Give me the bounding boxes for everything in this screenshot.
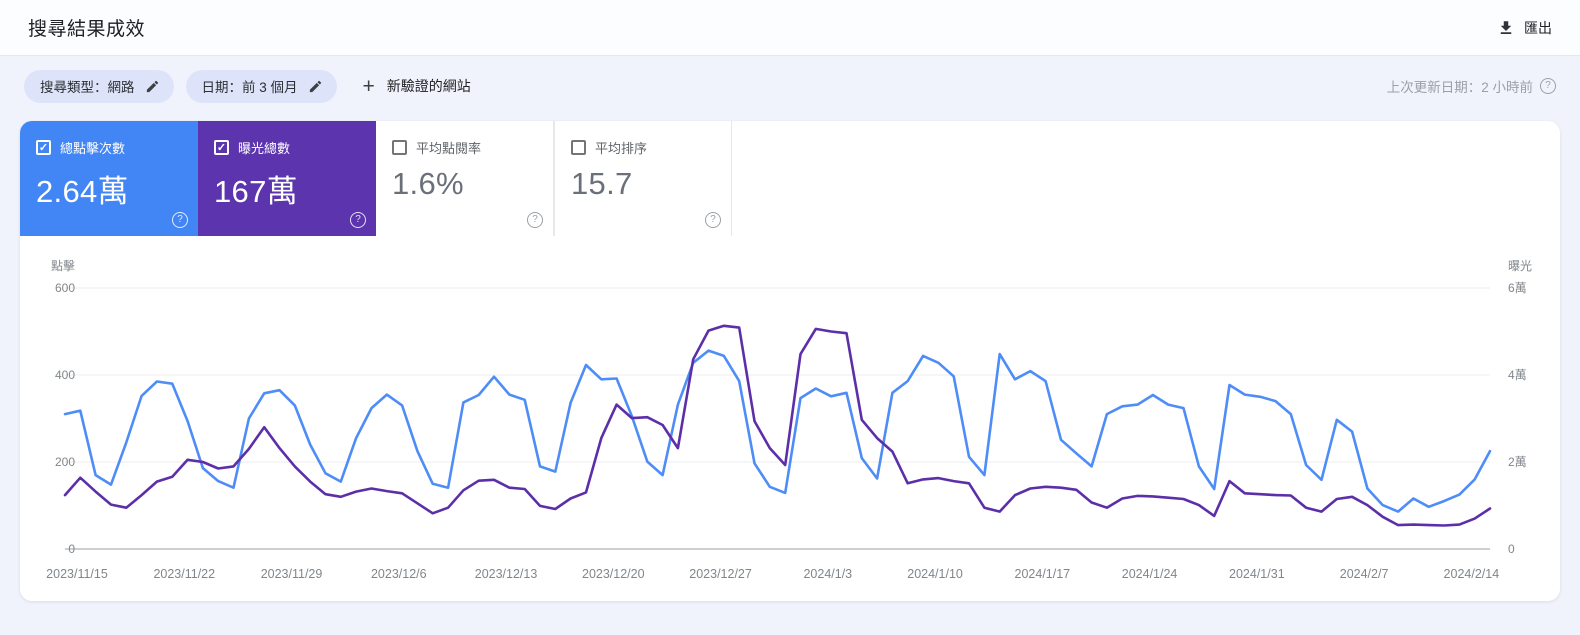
metric-value: 167萬 [214,174,298,209]
svg-text:2024/1/24: 2024/1/24 [1122,567,1178,581]
metric-card-average-ctr[interactable]: 平均點閱率 1.6% ? [376,121,554,236]
filter-row: 搜尋類型：網路 日期：前 3 個月 + 新驗證的網站 上次更新日期：2 小時前 … [0,56,1580,116]
metric-card-total-impressions[interactable]: ✓ 曝光總數 167萬 ? [198,121,376,236]
help-icon[interactable]: ? [527,212,543,228]
metric-label: 總點擊次數 [60,141,126,156]
svg-text:2023/12/27: 2023/12/27 [689,567,752,581]
svg-text:2萬: 2萬 [1508,455,1527,469]
svg-text:點擊: 點擊 [51,258,75,273]
svg-text:2023/11/15: 2023/11/15 [46,567,108,581]
help-icon[interactable]: ? [705,212,721,228]
svg-text:2024/2/7: 2024/2/7 [1340,567,1389,581]
svg-text:2023/12/20: 2023/12/20 [582,567,645,581]
svg-text:2024/1/17: 2024/1/17 [1015,567,1071,581]
svg-text:2023/12/6: 2023/12/6 [371,567,427,581]
export-label: 匯出 [1524,19,1552,36]
svg-text:400: 400 [55,368,75,382]
help-icon[interactable]: ? [1540,78,1556,94]
page-title: 搜尋結果成效 [28,19,146,40]
svg-text:2024/1/31: 2024/1/31 [1229,567,1285,581]
metric-card-total-clicks[interactable]: ✓ 總點擊次數 2.64萬 ? [20,121,198,236]
metric-label: 曝光總數 [238,141,291,156]
date-range-chip[interactable]: 日期：前 3 個月 [185,69,337,103]
svg-text:2023/11/29: 2023/11/29 [261,567,323,581]
plus-icon: + [362,74,375,98]
svg-text:2024/1/10: 2024/1/10 [907,567,963,581]
checkbox-checked-icon[interactable]: ✓ [214,140,229,155]
metric-label: 平均點閱率 [416,141,482,156]
performance-chart[interactable]: 點擊 曝光 600 400 200 0 6萬 4萬 2萬 0 2023/11/15 2023/11/2… [20,236,1560,601]
metric-value: 1.6% [392,166,464,201]
search-type-chip[interactable]: 搜尋類型：網路 [24,69,174,103]
metric-row: ✓ 總點擊次數 2.64萬 ? ✓ 曝光總數 167萬 ? 平均點閱率 1.6%… [20,121,1560,236]
help-icon[interactable]: ? [350,212,366,228]
svg-text:曝光: 曝光 [1508,259,1532,273]
svg-text:0: 0 [1508,542,1515,556]
checkbox-unchecked-icon[interactable] [571,140,586,155]
pencil-icon [145,79,160,94]
metric-value: 2.64萬 [36,174,129,209]
svg-text:2023/12/13: 2023/12/13 [475,567,538,581]
checkbox-unchecked-icon[interactable] [392,140,407,155]
date-range-chip-label: 日期：前 3 個月 [201,80,298,95]
svg-text:2024/1/3: 2024/1/3 [803,567,852,581]
svg-text:200: 200 [55,455,75,469]
search-type-chip-label: 搜尋類型：網路 [40,80,135,95]
pencil-icon [308,79,323,94]
top-bar: 搜尋結果成效 匯出 [0,0,1580,56]
last-updated-text: 上次更新日期：2 小時前 [1386,80,1533,95]
metric-card-average-position[interactable]: 平均排序 15.7 ? [554,121,732,236]
last-updated: 上次更新日期：2 小時前 ? [1387,76,1556,96]
svg-text:4萬: 4萬 [1508,368,1527,382]
new-filter-button[interactable]: + 新驗證的網站 [363,76,471,97]
download-icon [1497,19,1515,37]
metric-value: 15.7 [571,166,633,201]
svg-text:0: 0 [68,542,75,556]
clicks-impressions-line-chart[interactable]: 點擊 曝光 600 400 200 0 6萬 4萬 2萬 0 2023/11/15 2023/11/2… [20,242,1560,600]
svg-text:600: 600 [55,281,75,295]
svg-text:2024/2/14: 2024/2/14 [1444,567,1500,581]
new-filter-label: 新驗證的網站 [386,78,471,94]
svg-text:6萬: 6萬 [1508,281,1527,295]
svg-text:2023/11/22: 2023/11/22 [153,567,215,581]
checkbox-checked-icon[interactable]: ✓ [36,140,51,155]
help-icon[interactable]: ? [172,212,188,228]
performance-card: ✓ 總點擊次數 2.64萬 ? ✓ 曝光總數 167萬 ? 平均點閱率 1.6%… [20,121,1560,601]
export-button[interactable]: 匯出 [1497,18,1552,38]
metric-label: 平均排序 [595,141,648,156]
